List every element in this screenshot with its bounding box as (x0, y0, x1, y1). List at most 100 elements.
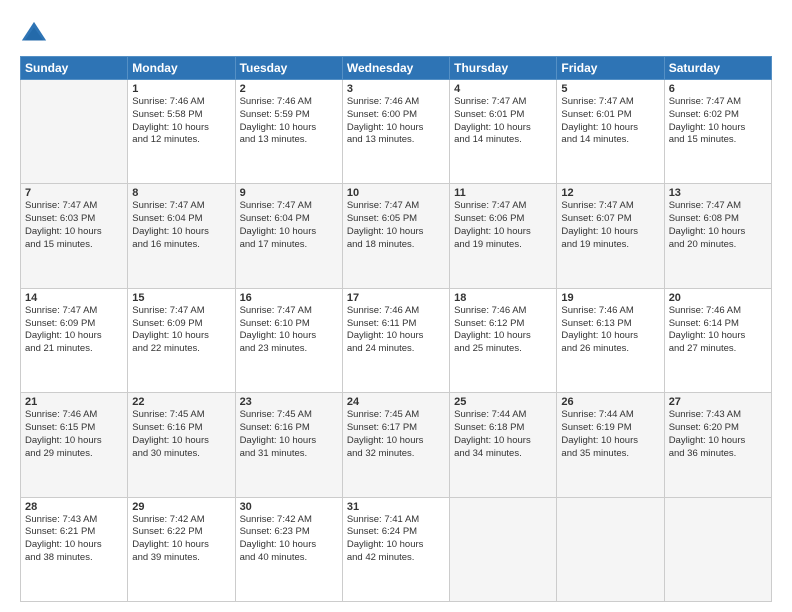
day-info: Sunrise: 7:42 AMSunset: 6:23 PMDaylight:… (240, 514, 338, 565)
calendar-cell: 22Sunrise: 7:45 AMSunset: 6:16 PMDayligh… (128, 393, 235, 497)
calendar-cell: 23Sunrise: 7:45 AMSunset: 6:16 PMDayligh… (235, 393, 342, 497)
day-number: 1 (132, 83, 230, 95)
calendar-cell: 21Sunrise: 7:46 AMSunset: 6:15 PMDayligh… (21, 393, 128, 497)
calendar-week-row: 21Sunrise: 7:46 AMSunset: 6:15 PMDayligh… (21, 393, 772, 497)
day-header-friday: Friday (557, 57, 664, 80)
calendar-cell: 4Sunrise: 7:47 AMSunset: 6:01 PMDaylight… (450, 80, 557, 184)
calendar-cell: 24Sunrise: 7:45 AMSunset: 6:17 PMDayligh… (342, 393, 449, 497)
day-info: Sunrise: 7:46 AMSunset: 6:00 PMDaylight:… (347, 96, 445, 147)
calendar-cell: 26Sunrise: 7:44 AMSunset: 6:19 PMDayligh… (557, 393, 664, 497)
day-header-wednesday: Wednesday (342, 57, 449, 80)
calendar-cell: 1Sunrise: 7:46 AMSunset: 5:58 PMDaylight… (128, 80, 235, 184)
day-number: 3 (347, 83, 445, 95)
day-number: 2 (240, 83, 338, 95)
day-number: 31 (347, 501, 445, 513)
day-number: 22 (132, 396, 230, 408)
day-number: 7 (25, 187, 123, 199)
day-info: Sunrise: 7:47 AMSunset: 6:09 PMDaylight:… (25, 305, 123, 356)
day-info: Sunrise: 7:47 AMSunset: 6:02 PMDaylight:… (669, 96, 767, 147)
calendar-week-row: 14Sunrise: 7:47 AMSunset: 6:09 PMDayligh… (21, 288, 772, 392)
calendar-cell: 2Sunrise: 7:46 AMSunset: 5:59 PMDaylight… (235, 80, 342, 184)
calendar-cell: 17Sunrise: 7:46 AMSunset: 6:11 PMDayligh… (342, 288, 449, 392)
calendar-header-row: SundayMondayTuesdayWednesdayThursdayFrid… (21, 57, 772, 80)
day-info: Sunrise: 7:47 AMSunset: 6:04 PMDaylight:… (132, 200, 230, 251)
day-number: 16 (240, 292, 338, 304)
day-info: Sunrise: 7:47 AMSunset: 6:08 PMDaylight:… (669, 200, 767, 251)
calendar-cell: 31Sunrise: 7:41 AMSunset: 6:24 PMDayligh… (342, 497, 449, 601)
day-header-sunday: Sunday (21, 57, 128, 80)
calendar-cell (557, 497, 664, 601)
day-number: 14 (25, 292, 123, 304)
day-info: Sunrise: 7:44 AMSunset: 6:19 PMDaylight:… (561, 409, 659, 460)
calendar-week-row: 1Sunrise: 7:46 AMSunset: 5:58 PMDaylight… (21, 80, 772, 184)
day-info: Sunrise: 7:46 AMSunset: 6:15 PMDaylight:… (25, 409, 123, 460)
day-info: Sunrise: 7:47 AMSunset: 6:06 PMDaylight:… (454, 200, 552, 251)
day-number: 15 (132, 292, 230, 304)
calendar-cell: 14Sunrise: 7:47 AMSunset: 6:09 PMDayligh… (21, 288, 128, 392)
logo-icon (20, 20, 48, 48)
header (20, 16, 772, 48)
day-info: Sunrise: 7:47 AMSunset: 6:01 PMDaylight:… (561, 96, 659, 147)
day-number: 18 (454, 292, 552, 304)
day-info: Sunrise: 7:46 AMSunset: 6:13 PMDaylight:… (561, 305, 659, 356)
day-info: Sunrise: 7:47 AMSunset: 6:03 PMDaylight:… (25, 200, 123, 251)
calendar-cell: 8Sunrise: 7:47 AMSunset: 6:04 PMDaylight… (128, 184, 235, 288)
day-info: Sunrise: 7:46 AMSunset: 6:11 PMDaylight:… (347, 305, 445, 356)
day-number: 24 (347, 396, 445, 408)
day-number: 28 (25, 501, 123, 513)
day-header-tuesday: Tuesday (235, 57, 342, 80)
day-number: 12 (561, 187, 659, 199)
calendar-cell: 29Sunrise: 7:42 AMSunset: 6:22 PMDayligh… (128, 497, 235, 601)
day-number: 20 (669, 292, 767, 304)
calendar-cell: 28Sunrise: 7:43 AMSunset: 6:21 PMDayligh… (21, 497, 128, 601)
calendar-cell (21, 80, 128, 184)
day-number: 26 (561, 396, 659, 408)
calendar-cell: 6Sunrise: 7:47 AMSunset: 6:02 PMDaylight… (664, 80, 771, 184)
calendar-week-row: 28Sunrise: 7:43 AMSunset: 6:21 PMDayligh… (21, 497, 772, 601)
day-info: Sunrise: 7:42 AMSunset: 6:22 PMDaylight:… (132, 514, 230, 565)
calendar-cell: 5Sunrise: 7:47 AMSunset: 6:01 PMDaylight… (557, 80, 664, 184)
calendar-cell: 10Sunrise: 7:47 AMSunset: 6:05 PMDayligh… (342, 184, 449, 288)
day-info: Sunrise: 7:44 AMSunset: 6:18 PMDaylight:… (454, 409, 552, 460)
calendar-cell: 11Sunrise: 7:47 AMSunset: 6:06 PMDayligh… (450, 184, 557, 288)
calendar-cell (450, 497, 557, 601)
day-number: 5 (561, 83, 659, 95)
calendar-cell: 20Sunrise: 7:46 AMSunset: 6:14 PMDayligh… (664, 288, 771, 392)
day-info: Sunrise: 7:46 AMSunset: 5:58 PMDaylight:… (132, 96, 230, 147)
day-number: 4 (454, 83, 552, 95)
day-info: Sunrise: 7:43 AMSunset: 6:21 PMDaylight:… (25, 514, 123, 565)
day-info: Sunrise: 7:47 AMSunset: 6:01 PMDaylight:… (454, 96, 552, 147)
calendar-week-row: 7Sunrise: 7:47 AMSunset: 6:03 PMDaylight… (21, 184, 772, 288)
day-info: Sunrise: 7:47 AMSunset: 6:04 PMDaylight:… (240, 200, 338, 251)
day-number: 23 (240, 396, 338, 408)
day-number: 9 (240, 187, 338, 199)
day-number: 11 (454, 187, 552, 199)
calendar-cell: 19Sunrise: 7:46 AMSunset: 6:13 PMDayligh… (557, 288, 664, 392)
calendar-cell: 12Sunrise: 7:47 AMSunset: 6:07 PMDayligh… (557, 184, 664, 288)
day-info: Sunrise: 7:47 AMSunset: 6:05 PMDaylight:… (347, 200, 445, 251)
day-number: 27 (669, 396, 767, 408)
day-header-saturday: Saturday (664, 57, 771, 80)
day-info: Sunrise: 7:47 AMSunset: 6:07 PMDaylight:… (561, 200, 659, 251)
day-number: 8 (132, 187, 230, 199)
day-header-thursday: Thursday (450, 57, 557, 80)
day-info: Sunrise: 7:47 AMSunset: 6:10 PMDaylight:… (240, 305, 338, 356)
day-number: 30 (240, 501, 338, 513)
day-info: Sunrise: 7:46 AMSunset: 6:12 PMDaylight:… (454, 305, 552, 356)
calendar-cell: 25Sunrise: 7:44 AMSunset: 6:18 PMDayligh… (450, 393, 557, 497)
day-number: 10 (347, 187, 445, 199)
calendar-cell: 16Sunrise: 7:47 AMSunset: 6:10 PMDayligh… (235, 288, 342, 392)
calendar: SundayMondayTuesdayWednesdayThursdayFrid… (20, 56, 772, 602)
calendar-cell: 18Sunrise: 7:46 AMSunset: 6:12 PMDayligh… (450, 288, 557, 392)
calendar-cell: 15Sunrise: 7:47 AMSunset: 6:09 PMDayligh… (128, 288, 235, 392)
day-number: 25 (454, 396, 552, 408)
day-info: Sunrise: 7:41 AMSunset: 6:24 PMDaylight:… (347, 514, 445, 565)
logo (20, 20, 50, 48)
day-info: Sunrise: 7:46 AMSunset: 5:59 PMDaylight:… (240, 96, 338, 147)
day-number: 21 (25, 396, 123, 408)
day-number: 17 (347, 292, 445, 304)
day-info: Sunrise: 7:46 AMSunset: 6:14 PMDaylight:… (669, 305, 767, 356)
calendar-cell (664, 497, 771, 601)
calendar-cell: 13Sunrise: 7:47 AMSunset: 6:08 PMDayligh… (664, 184, 771, 288)
day-number: 29 (132, 501, 230, 513)
